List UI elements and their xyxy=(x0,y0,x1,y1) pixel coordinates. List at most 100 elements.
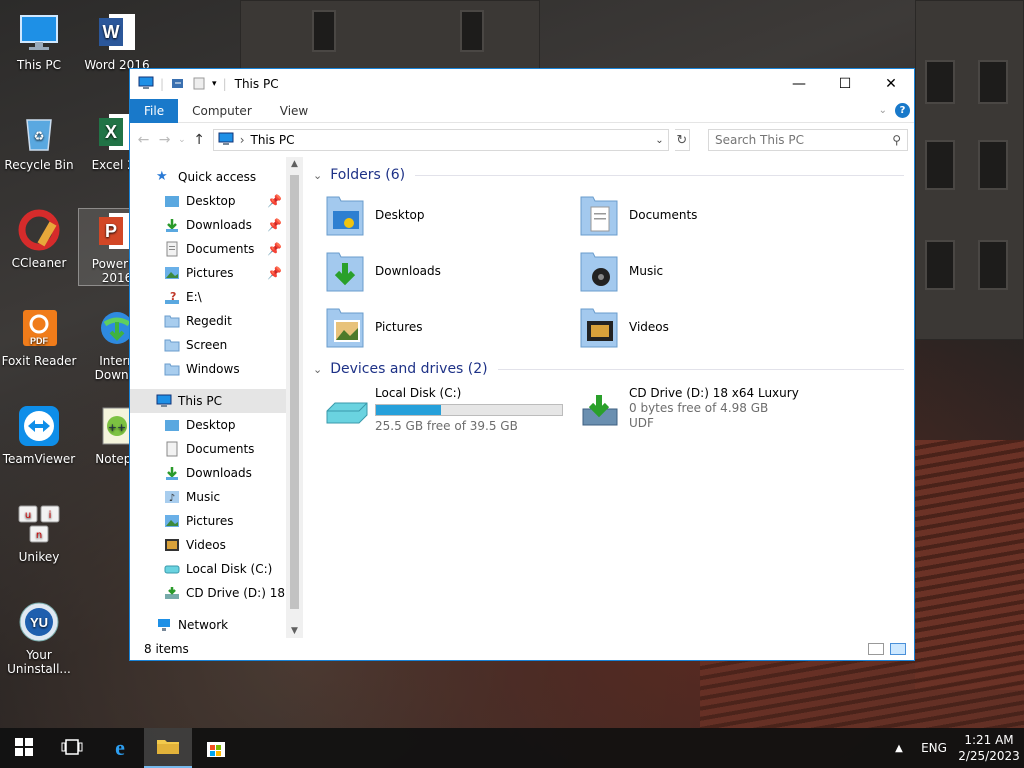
folder-item-downloads[interactable]: Downloads xyxy=(323,243,577,299)
search-input[interactable] xyxy=(714,133,875,147)
scroll-up-arrow-icon[interactable]: ▲ xyxy=(286,159,303,169)
nav-e-drive[interactable]: ? E:\ xyxy=(130,285,286,309)
properties-icon[interactable] xyxy=(170,76,186,93)
nav-this-pc[interactable]: This PC xyxy=(130,389,286,413)
nav-windows[interactable]: Windows xyxy=(130,357,286,381)
desktop-icon-foxit[interactable]: PDF Foxit Reader xyxy=(0,306,78,368)
task-view-button[interactable] xyxy=(48,728,96,768)
nav-pc-local-disk[interactable]: Local Disk (C:) xyxy=(130,557,286,581)
folder-item-videos[interactable]: Videos xyxy=(577,299,831,355)
close-button[interactable]: ✕ xyxy=(868,69,914,99)
help-icon[interactable]: ? xyxy=(895,103,910,118)
refresh-button[interactable]: ↻ xyxy=(674,129,690,151)
scroll-down-arrow-icon[interactable]: ▼ xyxy=(286,626,303,636)
documents-folder-icon xyxy=(164,241,180,257)
folder-item-documents[interactable]: Documents xyxy=(577,187,831,243)
nav-quick-documents[interactable]: Documents 📌 xyxy=(130,237,286,261)
folders-group-header[interactable]: ⌄ Folders (6) xyxy=(313,163,914,187)
nav-regedit[interactable]: Regedit xyxy=(130,309,286,333)
folder-item-pictures[interactable]: Pictures xyxy=(323,299,577,355)
nav-pc-downloads[interactable]: Downloads xyxy=(130,461,286,485)
drive-free-space: 0 bytes free of 4.98 GB xyxy=(629,401,769,415)
folder-item-music[interactable]: Music xyxy=(577,243,831,299)
tab-file[interactable]: File xyxy=(130,98,179,123)
new-folder-icon[interactable] xyxy=(192,76,206,93)
address-bar[interactable]: › This PC ⌄ xyxy=(212,129,669,151)
downloads-folder-icon xyxy=(164,465,180,481)
nav-network[interactable]: Network xyxy=(130,613,286,637)
svg-text:P: P xyxy=(105,221,117,241)
content-pane: ⌄ Folders (6) Desktop Documents Download… xyxy=(303,157,914,638)
language-indicator[interactable]: ENG xyxy=(914,741,954,755)
nav-quick-pictures[interactable]: Pictures 📌 xyxy=(130,261,286,285)
large-icons-view-button[interactable] xyxy=(890,643,906,655)
clock[interactable]: 1:21 AM 2/25/2023 xyxy=(954,732,1024,764)
collapse-chevron-icon[interactable]: ⌄ xyxy=(313,363,322,376)
nav-pc-music[interactable]: ♪ Music xyxy=(130,485,286,509)
breadcrumb-separator[interactable]: › xyxy=(240,133,245,147)
nav-screen[interactable]: Screen xyxy=(130,333,286,357)
back-button[interactable]: ← xyxy=(136,132,151,148)
star-icon: ★ xyxy=(156,169,168,184)
downloads-folder-icon xyxy=(323,247,367,295)
nav-quick-access[interactable]: ★ Quick access xyxy=(130,165,286,189)
file-explorer-icon xyxy=(156,736,180,759)
nav-pc-pictures[interactable]: Pictures xyxy=(130,509,286,533)
navigation-scrollbar[interactable]: ▲ ▼ xyxy=(286,157,303,638)
folder-item-desktop[interactable]: Desktop xyxy=(323,187,577,243)
pin-icon[interactable]: 📌 xyxy=(267,194,282,208)
desktop-icon-word[interactable]: W Word 2016 xyxy=(78,10,156,72)
drive-item-cd-drive[interactable]: CD Drive (D:) 18 x64 Luxury 0 bytes free… xyxy=(577,385,831,434)
folders-grid: Desktop Documents Downloads Music Pictur… xyxy=(323,187,914,355)
customize-toolbar-icon[interactable]: ▾ xyxy=(212,79,217,89)
search-box[interactable]: ⚲ xyxy=(707,129,908,151)
address-dropdown-icon[interactable]: ⌄ xyxy=(655,135,663,146)
taskbar: e ▲ ENG 1:21 AM 2/25/2023 xyxy=(0,728,1024,768)
pin-icon[interactable]: 📌 xyxy=(267,266,282,280)
recent-locations-button[interactable]: ⌄ xyxy=(178,135,186,145)
minimize-button[interactable]: — xyxy=(776,69,822,99)
desktop-icon-ccleaner[interactable]: CCleaner xyxy=(0,208,78,270)
word-icon: W xyxy=(95,10,139,54)
nav-pc-videos[interactable]: Videos xyxy=(130,533,286,557)
tab-computer[interactable]: Computer xyxy=(178,99,266,123)
start-button[interactable] xyxy=(0,728,48,768)
desktop-icon-unikey[interactable]: uin Unikey xyxy=(0,502,78,564)
devices-group-header[interactable]: ⌄ Devices and drives (2) xyxy=(313,357,914,381)
scrollbar-thumb[interactable] xyxy=(290,175,299,609)
taskbar-file-explorer[interactable] xyxy=(144,728,192,768)
svg-text:i: i xyxy=(49,510,52,521)
drive-item-local-disk[interactable]: Local Disk (C:) 25.5 GB free of 39.5 GB xyxy=(323,385,577,434)
nav-pc-cd-drive[interactable]: CD Drive (D:) 18 xyxy=(130,581,286,605)
nav-quick-desktop[interactable]: Desktop 📌 xyxy=(130,189,286,213)
file-explorer-window[interactable]: | ▾ | This PC — ☐ ✕ File Computer View ⌄… xyxy=(129,68,915,661)
desktop-icon-this-pc[interactable]: This PC xyxy=(0,10,78,72)
taskbar-store[interactable] xyxy=(192,728,240,768)
collapse-chevron-icon[interactable]: ⌄ xyxy=(313,169,322,182)
nav-quick-downloads[interactable]: Downloads 📌 xyxy=(130,213,286,237)
details-view-button[interactable] xyxy=(868,643,884,655)
pin-icon[interactable]: 📌 xyxy=(267,218,282,232)
pin-icon[interactable]: 📌 xyxy=(267,242,282,256)
nav-pc-desktop[interactable]: Desktop xyxy=(130,413,286,437)
expand-ribbon-icon[interactable]: ⌄ xyxy=(879,105,887,116)
desktop-icon-teamviewer[interactable]: TeamViewer xyxy=(0,404,78,466)
network-icon xyxy=(156,617,172,633)
desktop-icon-recycle-bin[interactable]: ♻ Recycle Bin xyxy=(0,110,78,172)
up-button[interactable]: ↑ xyxy=(192,132,207,148)
svg-text:n: n xyxy=(36,530,42,541)
clock-date: 2/25/2023 xyxy=(958,749,1020,763)
minimize-icon: — xyxy=(792,76,806,92)
maximize-button[interactable]: ☐ xyxy=(822,69,868,99)
taskbar-internet-explorer[interactable]: e xyxy=(96,728,144,768)
forward-button[interactable]: → xyxy=(157,132,172,148)
pictures-folder-icon xyxy=(164,265,180,281)
nav-pc-documents[interactable]: Documents xyxy=(130,437,286,461)
music-folder-icon: ♪ xyxy=(164,489,180,505)
breadcrumb-this-pc[interactable]: This PC xyxy=(251,133,295,147)
tab-view[interactable]: View xyxy=(266,99,322,123)
drive-free-space: 25.5 GB free of 39.5 GB xyxy=(375,419,518,433)
show-hidden-icons-icon[interactable]: ▲ xyxy=(884,743,914,754)
desktop-icon-your-uninstaller[interactable]: YU Your Uninstall... xyxy=(0,600,78,676)
title-bar[interactable]: | ▾ | This PC — ☐ ✕ xyxy=(130,69,914,99)
